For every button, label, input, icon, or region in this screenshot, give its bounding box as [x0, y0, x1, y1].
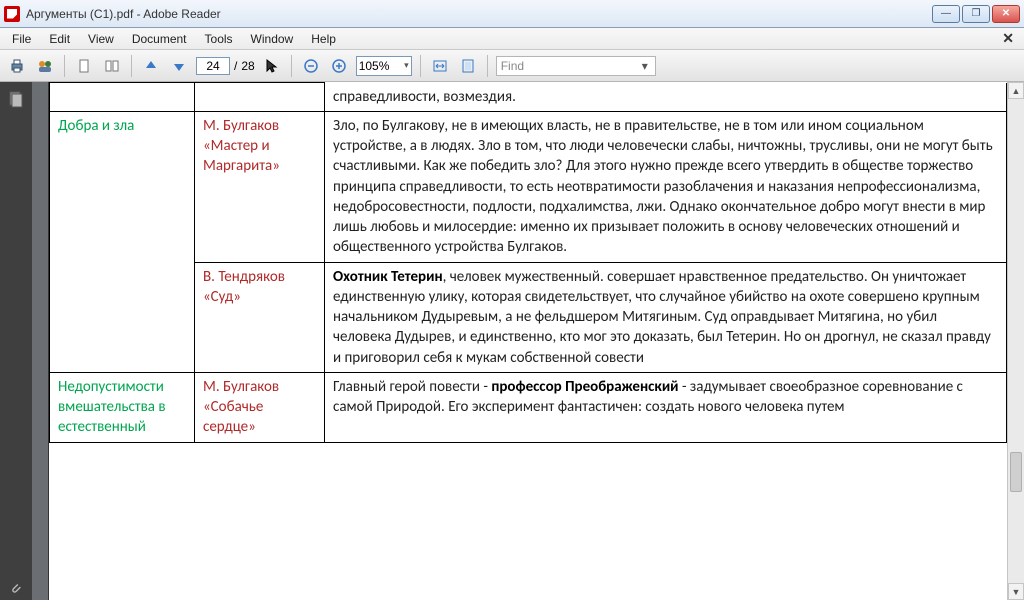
cell-topic: Недопустимости вмешательства в естествен… [50, 372, 195, 442]
menu-help[interactable]: Help [303, 30, 344, 48]
collab-icon[interactable] [34, 55, 56, 77]
vertical-scrollbar[interactable]: ▲ ▼ [1007, 82, 1024, 600]
print-icon[interactable] [6, 55, 28, 77]
pdf-page: справедливости, возмездия. Добра и зла М… [48, 82, 1008, 600]
titlebar: Аргументы (С1).pdf - Adobe Reader — ❐ ✕ [0, 0, 1024, 28]
document-area[interactable]: справедливости, возмездия. Добра и зла М… [32, 82, 1024, 600]
page-indicator: / 28 [196, 57, 255, 75]
close-button[interactable]: ✕ [992, 5, 1020, 23]
cell-author: В. Тендряков «Суд» [195, 262, 325, 372]
zoom-out-icon[interactable] [300, 55, 322, 77]
scroll-up-icon[interactable]: ▲ [1008, 82, 1024, 99]
chevron-down-icon[interactable]: ▾ [639, 59, 651, 73]
navigation-pane [0, 82, 32, 600]
cell-text: Охотник Тетерин, человек мужественный. с… [325, 262, 1007, 372]
menu-window[interactable]: Window [243, 30, 302, 48]
table-row: Недопустимости вмешательства в естествен… [50, 372, 1007, 442]
single-page-icon[interactable] [73, 55, 95, 77]
window-buttons: — ❐ ✕ [932, 5, 1020, 23]
toolbar: / 28 105%▾ Find ▾ [0, 50, 1024, 82]
fit-width-icon[interactable] [429, 55, 451, 77]
table-row: справедливости, возмездия. [50, 83, 1007, 112]
menu-tools[interactable]: Tools [197, 30, 241, 48]
cell-author: М. Булгаков «Собачье сердце» [195, 372, 325, 442]
find-placeholder: Find [501, 59, 639, 73]
page-down-icon[interactable] [168, 55, 190, 77]
cell-author: М. Булгаков «Мастер и Маргарита» [195, 111, 325, 262]
cell-topic: Добра и зла [50, 111, 195, 372]
content-table: справедливости, возмездия. Добра и зла М… [49, 82, 1007, 443]
menu-view[interactable]: View [80, 30, 122, 48]
page-total: 28 [241, 59, 254, 73]
scroll-thumb[interactable] [1010, 452, 1022, 492]
page-up-icon[interactable] [140, 55, 162, 77]
zoom-in-icon[interactable] [328, 55, 350, 77]
menu-edit[interactable]: Edit [41, 30, 78, 48]
page-current-input[interactable] [196, 57, 230, 75]
scroll-down-icon[interactable]: ▼ [1008, 583, 1024, 600]
cell-text: Зло, по Булгакову, не в имеющих власть, … [325, 111, 1007, 262]
zoom-select[interactable]: 105%▾ [356, 56, 412, 76]
cell-text: Главный герой повести - профессор Преобр… [325, 372, 1007, 442]
maximize-button[interactable]: ❐ [962, 5, 990, 23]
find-input[interactable]: Find ▾ [496, 56, 656, 76]
menu-document[interactable]: Document [124, 30, 195, 48]
close-document-button[interactable]: ✕ [996, 30, 1020, 47]
menubar: File Edit View Document Tools Window Hel… [0, 28, 1024, 50]
attachment-panel-icon[interactable] [0, 576, 32, 600]
pages-panel-icon[interactable] [7, 90, 25, 108]
cell-fragment: справедливости, возмездия. [325, 83, 1007, 112]
fit-page-icon[interactable] [457, 55, 479, 77]
window-title: Аргументы (С1).pdf - Adobe Reader [26, 7, 932, 21]
minimize-button[interactable]: — [932, 5, 960, 23]
page-separator: / [234, 59, 237, 73]
two-page-icon[interactable] [101, 55, 123, 77]
select-tool-icon[interactable] [261, 55, 283, 77]
table-row: Добра и зла М. Булгаков «Мастер и Маргар… [50, 111, 1007, 262]
workspace: справедливости, возмездия. Добра и зла М… [0, 82, 1024, 600]
app-icon [4, 6, 20, 22]
menu-file[interactable]: File [4, 30, 39, 48]
